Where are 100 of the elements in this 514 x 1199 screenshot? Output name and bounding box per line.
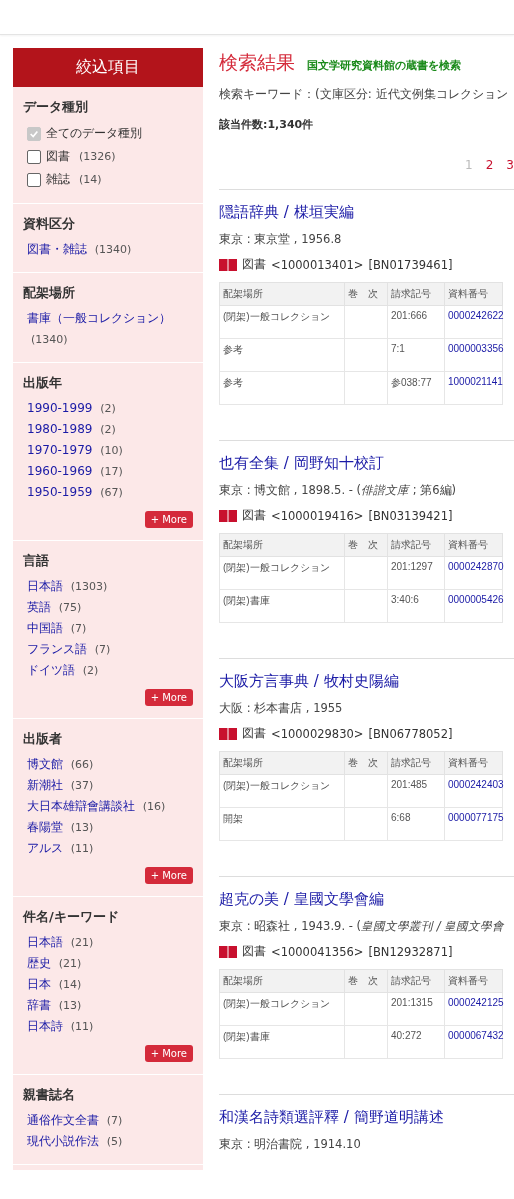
count: (13) bbox=[58, 999, 82, 1012]
search-keyword: 検索キーワード：(文庫区分: 近代文例集コレクション bbox=[219, 86, 509, 103]
record-type: 図書 bbox=[242, 257, 266, 272]
filter-heading: データ種別 bbox=[23, 98, 89, 116]
column-header: 巻 次 bbox=[344, 533, 388, 557]
checkbox[interactable] bbox=[27, 172, 41, 187]
record-type: 図書 bbox=[242, 726, 266, 741]
filter-link[interactable]: 日本詩 bbox=[27, 1019, 63, 1033]
book-icon bbox=[219, 509, 237, 522]
count: (21) bbox=[58, 957, 82, 970]
record-title[interactable]: 隠語辞典 / 楳垣実編 bbox=[219, 203, 354, 222]
column-header: 巻 次 bbox=[344, 969, 388, 993]
filter-link[interactable]: 現代小説作法 bbox=[27, 1134, 99, 1148]
record-title[interactable]: 也有全集 / 岡野知十校訂 bbox=[219, 454, 384, 473]
filter-link[interactable]: ドイツ語 bbox=[27, 663, 75, 677]
count: (11) bbox=[70, 842, 94, 855]
checkbox-label: 全てのデータ種別 bbox=[46, 125, 142, 142]
table-cell: (閉架)一般コレクション bbox=[219, 305, 345, 339]
page-link[interactable]: 3 bbox=[506, 158, 514, 172]
table-cell: 201:1297 bbox=[387, 556, 445, 590]
record-type: 図書 bbox=[242, 944, 266, 959]
bibliographic-id: [BN03139421] bbox=[368, 508, 453, 523]
checkbox[interactable] bbox=[27, 149, 41, 164]
record-id: <1000029830> bbox=[271, 726, 364, 741]
filter-link[interactable]: 日本 bbox=[27, 977, 51, 991]
count: (21) bbox=[70, 936, 94, 949]
filter-link[interactable]: 博文館 bbox=[27, 757, 63, 771]
filter-link[interactable]: 歴史 bbox=[27, 956, 51, 970]
count: (1340) bbox=[94, 243, 132, 256]
count: (11) bbox=[70, 1020, 94, 1033]
more-button[interactable]: + More bbox=[144, 511, 193, 528]
count: (66) bbox=[70, 758, 94, 771]
filter-link[interactable]: 辞書 bbox=[27, 998, 51, 1012]
record-id: <1000019416> bbox=[271, 508, 364, 523]
table-cell: 3:40:6 bbox=[387, 589, 445, 623]
count: (1303) bbox=[70, 580, 108, 593]
filter-link[interactable]: 1980-1989 bbox=[27, 422, 93, 436]
count: (75) bbox=[58, 601, 82, 614]
table-cell: (閉架)書庫 bbox=[219, 1025, 345, 1059]
filter-link[interactable]: 書庫（一般コレクション） bbox=[27, 311, 171, 325]
filter-link[interactable]: アルス bbox=[27, 841, 63, 855]
table-cell: 6:68 bbox=[387, 807, 445, 841]
count: (10) bbox=[100, 444, 123, 457]
filter-link[interactable]: 通俗作文全書 bbox=[27, 1113, 99, 1127]
filter-link[interactable]: 1960-1969 bbox=[27, 464, 93, 478]
column-header: 巻 次 bbox=[344, 282, 388, 306]
filter-link[interactable]: 1970-1979 bbox=[27, 443, 93, 457]
filter-link[interactable]: 1950-1959 bbox=[27, 485, 93, 499]
more-button[interactable]: + More bbox=[144, 867, 193, 884]
filter-link[interactable]: 1990-1999 bbox=[27, 401, 93, 415]
count: (37) bbox=[70, 779, 94, 792]
filter-link[interactable]: 中国語 bbox=[27, 621, 63, 635]
checkbox-label: 図書 bbox=[46, 148, 70, 165]
count: (1326) bbox=[79, 150, 116, 163]
filter-link[interactable]: 図書・雑誌 bbox=[27, 242, 87, 256]
table-cell: 201:1315 bbox=[387, 992, 445, 1026]
record-title[interactable]: 和漢名詩類選評釋 / 簡野道明講述 bbox=[219, 1108, 444, 1127]
record-title[interactable]: 超克の美 / 皇國文學會編 bbox=[219, 890, 384, 909]
table-cell: (閉架)一般コレクション bbox=[219, 556, 345, 590]
record-id: <1000041356> bbox=[271, 944, 364, 959]
column-header: 請求記号 bbox=[387, 969, 445, 993]
filter-link[interactable]: フランス語 bbox=[27, 642, 87, 656]
filter-link[interactable]: 英語 bbox=[27, 600, 51, 614]
page-title: 検索結果 bbox=[219, 50, 295, 75]
column-header: 配架場所 bbox=[219, 969, 345, 993]
filter-heading: 言語 bbox=[23, 552, 50, 570]
column-header: 資料番号 bbox=[444, 282, 503, 306]
table-cell: (閉架)一般コレクション bbox=[219, 992, 345, 1026]
table-cell: 開架 bbox=[219, 807, 345, 841]
count: (14) bbox=[58, 978, 82, 991]
filter-heading: 件名/キーワード bbox=[23, 908, 120, 926]
filter-title: 絞込項目 bbox=[13, 48, 203, 87]
column-header: 請求記号 bbox=[387, 282, 445, 306]
filter-link[interactable]: 新潮社 bbox=[27, 778, 63, 792]
hit-count: 該当件数:1,340件 bbox=[219, 117, 315, 132]
bibliographic-id: [BN12932871] bbox=[368, 944, 453, 959]
bibliographic-id: [BN06778052] bbox=[368, 726, 453, 741]
count: (67) bbox=[100, 486, 123, 499]
count: (5) bbox=[106, 1135, 123, 1148]
count: (7) bbox=[70, 622, 87, 635]
filter-link[interactable]: 日本語 bbox=[27, 935, 63, 949]
table-cell: (閉架)一般コレクション bbox=[219, 774, 345, 808]
record-title[interactable]: 大阪方言事典 / 牧村史陽編 bbox=[219, 672, 399, 691]
count: (2) bbox=[100, 423, 116, 436]
table-cell: 201:485 bbox=[387, 774, 445, 808]
more-button[interactable]: + More bbox=[144, 689, 193, 706]
page-link[interactable]: 2 bbox=[485, 158, 494, 172]
imprint: 大阪 : 杉本書店 , 1955 bbox=[219, 701, 344, 716]
filter-link[interactable]: 春陽堂 bbox=[27, 820, 63, 834]
book-icon bbox=[219, 727, 237, 740]
filter-heading: 出版者 bbox=[23, 730, 63, 748]
count: (13) bbox=[70, 821, 94, 834]
filter-link[interactable]: 日本語 bbox=[27, 579, 63, 593]
count: (2) bbox=[82, 664, 99, 677]
filter-heading: 出版年 bbox=[23, 374, 63, 392]
imprint: 東京 : 明治書院 , 1914.10 bbox=[219, 1137, 362, 1152]
count: (1340) bbox=[31, 333, 68, 346]
table-cell: 参考 bbox=[219, 371, 345, 405]
filter-link[interactable]: 大日本雄辯會講談社 bbox=[27, 799, 135, 813]
more-button[interactable]: + More bbox=[144, 1045, 193, 1062]
